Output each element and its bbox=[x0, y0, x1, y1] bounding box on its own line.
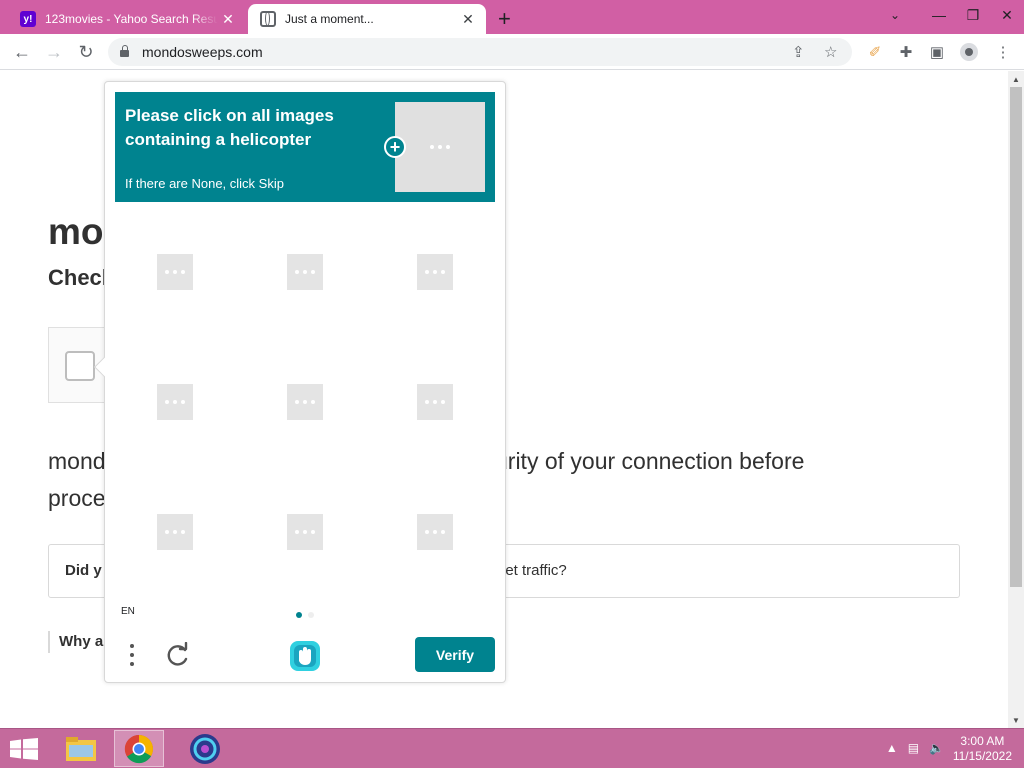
page-dot bbox=[308, 612, 314, 618]
loading-placeholder bbox=[287, 514, 323, 550]
image-tile[interactable] bbox=[375, 342, 495, 462]
challenge-checkbox[interactable] bbox=[65, 351, 95, 381]
tab-title: Just a moment... bbox=[285, 12, 374, 26]
side-panel-icon[interactable]: ▣ bbox=[928, 43, 946, 61]
tab-just-a-moment[interactable]: Just a moment... ✕ bbox=[248, 4, 486, 34]
paragraph-fragment: proce bbox=[48, 485, 106, 511]
site-title: mo bbox=[48, 211, 104, 252]
chrome-menu-icon[interactable]: ⋮ bbox=[994, 43, 1012, 61]
browser-toolbar: ← → ↻ mondosweeps.com ⇪ ☆ ✐ ✚ ▣ ⋮ bbox=[0, 34, 1024, 70]
lock-icon[interactable] bbox=[120, 45, 129, 57]
page-dot-active bbox=[296, 612, 302, 618]
tab-search-chevron-icon[interactable]: ⌄ bbox=[890, 8, 900, 22]
scrollbar-thumb[interactable] bbox=[1010, 87, 1022, 587]
refresh-challenge-icon[interactable] bbox=[165, 642, 191, 668]
example-image[interactable] bbox=[395, 102, 485, 192]
system-tray: ▲ ▤ 🔈 bbox=[886, 741, 944, 755]
tab-strip: y! 123movies - Yahoo Search Results ✕ Ju… bbox=[0, 0, 1024, 34]
loading-placeholder bbox=[157, 384, 193, 420]
language-selector[interactable]: EN bbox=[121, 606, 135, 617]
tab-title: 123movies - Yahoo Search Results bbox=[45, 12, 218, 26]
scroll-down-icon[interactable]: ▼ bbox=[1008, 712, 1024, 728]
clock-date: 11/15/2022 bbox=[952, 749, 1012, 763]
reload-icon[interactable]: ↻ bbox=[74, 40, 98, 64]
image-tile[interactable] bbox=[115, 342, 235, 462]
bookmark-star-icon[interactable]: ☆ bbox=[824, 43, 837, 61]
hcaptcha-challenge: Please click on all images containing a … bbox=[94, 81, 506, 683]
extension-clapper-icon[interactable]: ✐ bbox=[866, 43, 884, 61]
image-tile[interactable] bbox=[245, 342, 365, 462]
chrome-icon[interactable] bbox=[114, 730, 164, 767]
expand-example-icon[interactable]: + bbox=[384, 136, 406, 158]
loading-placeholder bbox=[287, 384, 323, 420]
tab-yahoo-search[interactable]: y! 123movies - Yahoo Search Results ✕ bbox=[10, 4, 246, 34]
hcaptcha-logo-icon[interactable] bbox=[288, 639, 322, 673]
challenge-prompt: Please click on all images containing a … bbox=[115, 92, 495, 202]
paragraph-fragment: urity of your connection before bbox=[495, 448, 805, 474]
verify-button[interactable]: Verify bbox=[415, 637, 495, 672]
clock-time: 3:00 AM bbox=[960, 734, 1005, 748]
windows-taskbar: ▲ ▤ 🔈 3:00 AM 11/15/2022 bbox=[0, 728, 1024, 768]
loading-placeholder bbox=[417, 384, 453, 420]
page-scrollbar[interactable]: ▲ ▼ bbox=[1008, 71, 1024, 728]
image-tile[interactable] bbox=[115, 472, 235, 592]
share-icon[interactable]: ⇪ bbox=[792, 43, 805, 61]
loading-placeholder bbox=[417, 514, 453, 550]
restore-icon[interactable]: ❐ bbox=[956, 0, 990, 30]
close-tab-icon[interactable]: ✕ bbox=[218, 11, 238, 28]
volume-icon[interactable]: 🔈 bbox=[929, 741, 944, 755]
image-tile[interactable] bbox=[375, 212, 495, 332]
back-arrow-icon[interactable]: ← bbox=[10, 40, 34, 64]
image-tile[interactable] bbox=[245, 212, 365, 332]
windows-start-icon[interactable] bbox=[10, 738, 38, 760]
loading-placeholder bbox=[157, 514, 193, 550]
loading-dots-icon bbox=[430, 145, 450, 149]
loading-placeholder bbox=[417, 254, 453, 290]
window-controls: — ❐ ✕ bbox=[922, 0, 1024, 30]
more-options-icon[interactable] bbox=[127, 642, 137, 668]
forward-arrow-icon[interactable]: → bbox=[42, 40, 66, 64]
yahoo-icon: y! bbox=[20, 11, 36, 27]
network-icon[interactable]: ▤ bbox=[908, 741, 919, 755]
taskbar-clock[interactable]: 3:00 AM 11/15/2022 bbox=[953, 734, 1012, 764]
profile-avatar[interactable] bbox=[960, 43, 978, 61]
tray-expand-icon[interactable]: ▲ bbox=[886, 741, 898, 755]
image-tile[interactable] bbox=[115, 212, 235, 332]
url-text: mondosweeps.com bbox=[142, 44, 263, 60]
globe-icon bbox=[260, 11, 276, 27]
faq-question-fragment: Did y bbox=[65, 562, 102, 579]
close-tab-icon[interactable]: ✕ bbox=[458, 11, 478, 28]
prompt-subtitle: If there are None, click Skip bbox=[125, 176, 284, 191]
address-bar[interactable]: mondosweeps.com ⇪ ☆ bbox=[108, 38, 852, 66]
image-grid bbox=[115, 212, 495, 602]
prompt-title: Please click on all images containing a … bbox=[125, 106, 334, 149]
challenge-pager bbox=[296, 612, 314, 618]
file-explorer-icon[interactable] bbox=[56, 730, 106, 767]
browser-app-icon[interactable] bbox=[180, 730, 230, 767]
extensions-puzzle-icon[interactable]: ✚ bbox=[897, 43, 915, 61]
why-heading: Why a bbox=[48, 631, 103, 653]
loading-placeholder bbox=[287, 254, 323, 290]
window-close-icon[interactable]: ✕ bbox=[990, 0, 1024, 30]
image-tile[interactable] bbox=[245, 472, 365, 592]
minimize-icon[interactable]: — bbox=[922, 0, 956, 30]
image-tile[interactable] bbox=[375, 472, 495, 592]
scroll-up-icon[interactable]: ▲ bbox=[1008, 71, 1024, 87]
new-tab-button[interactable]: + bbox=[498, 6, 511, 32]
paragraph-fragment: mond bbox=[48, 448, 106, 474]
loading-placeholder bbox=[157, 254, 193, 290]
faq-question-fragment: net traffic? bbox=[497, 562, 567, 579]
